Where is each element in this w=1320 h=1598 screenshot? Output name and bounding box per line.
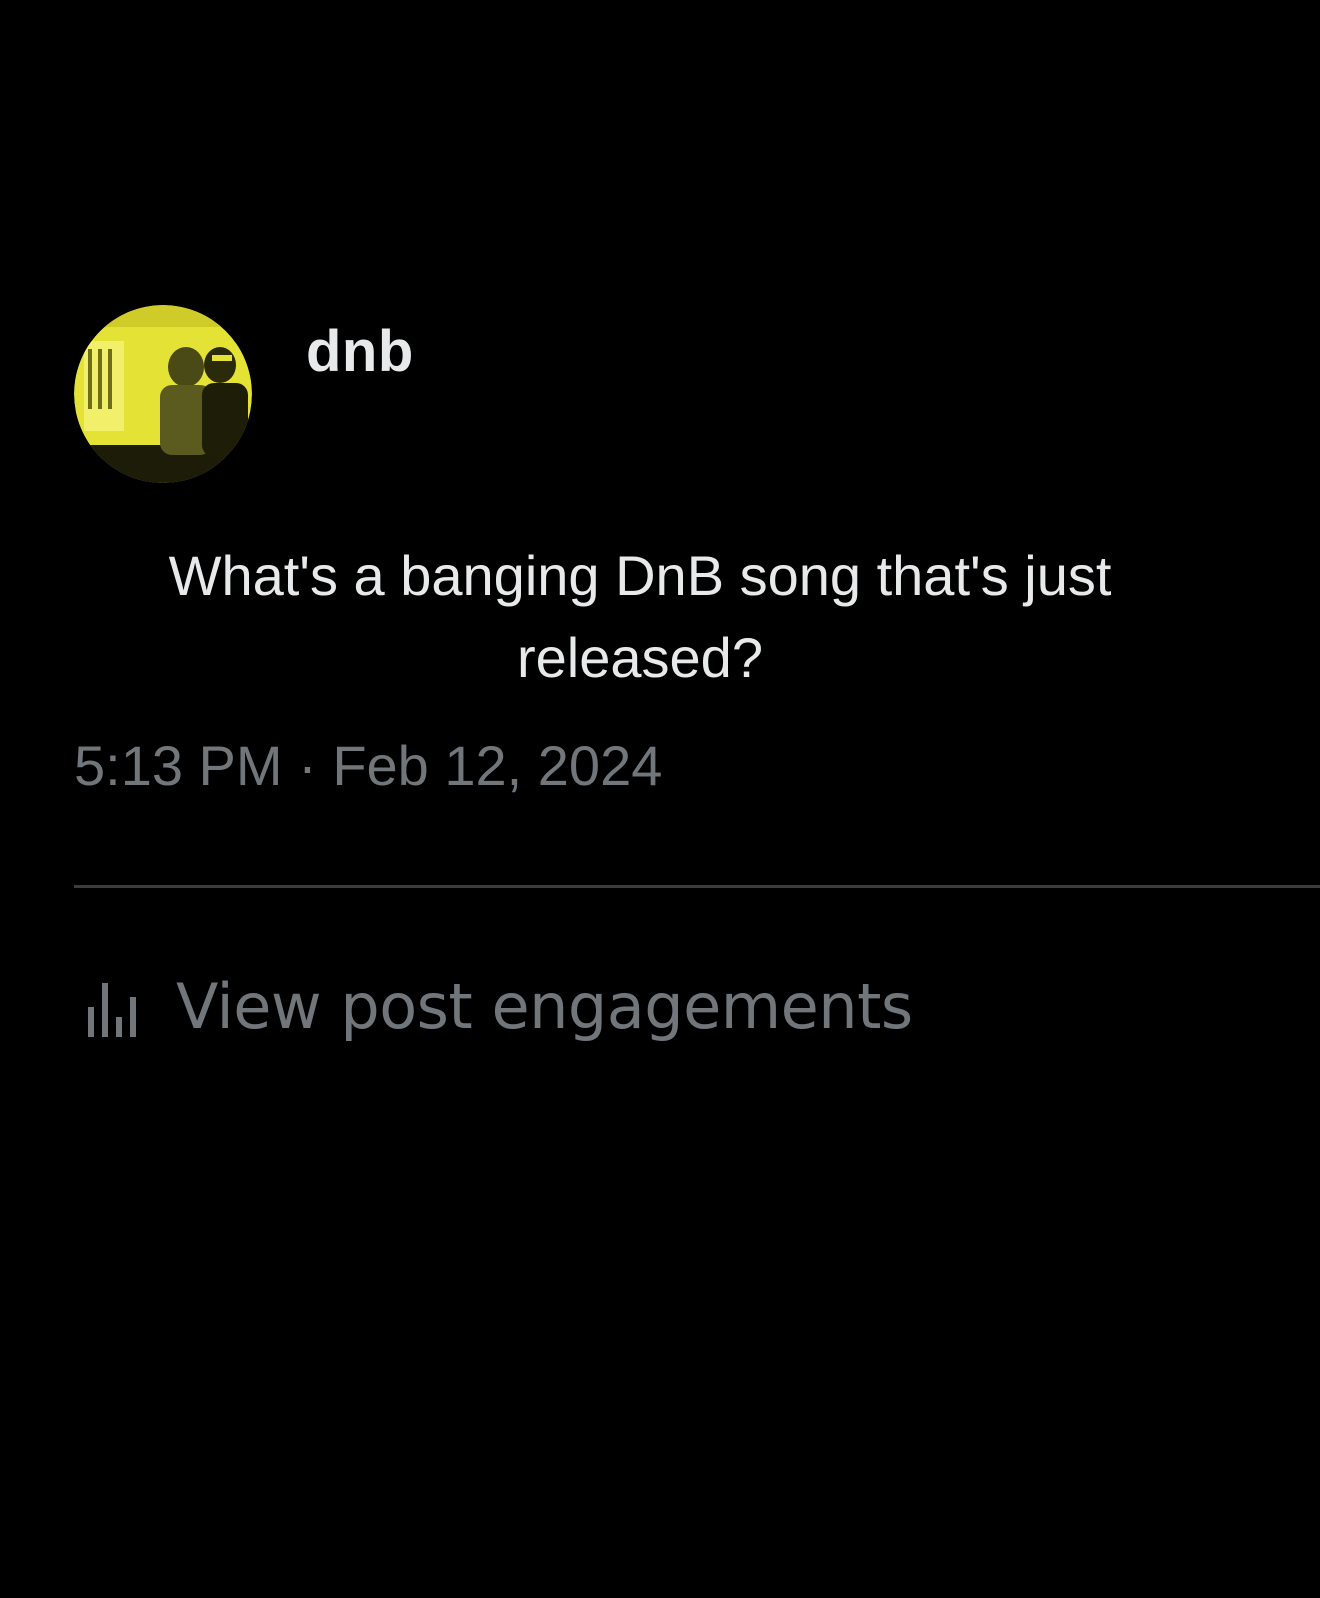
bar-chart-icon xyxy=(88,982,136,1037)
post-detail: dnb What's a banging DnB song that's jus… xyxy=(0,0,1320,1598)
post-text-line: What's a banging DnB song that's just xyxy=(168,544,1112,607)
view-engagements-button[interactable]: View post engagements xyxy=(84,970,913,1043)
post-timestamp[interactable]: 5:13 PM · Feb 12, 2024 xyxy=(74,733,662,798)
author-display-name[interactable]: dnb xyxy=(306,318,414,385)
avatar[interactable] xyxy=(74,305,252,483)
post-header xyxy=(74,305,252,483)
divider xyxy=(74,885,1320,888)
post-text: What's a banging DnB song that's just re… xyxy=(60,535,1220,699)
view-engagements-label: View post engagements xyxy=(176,970,913,1043)
post-text-line: released? xyxy=(517,626,763,689)
